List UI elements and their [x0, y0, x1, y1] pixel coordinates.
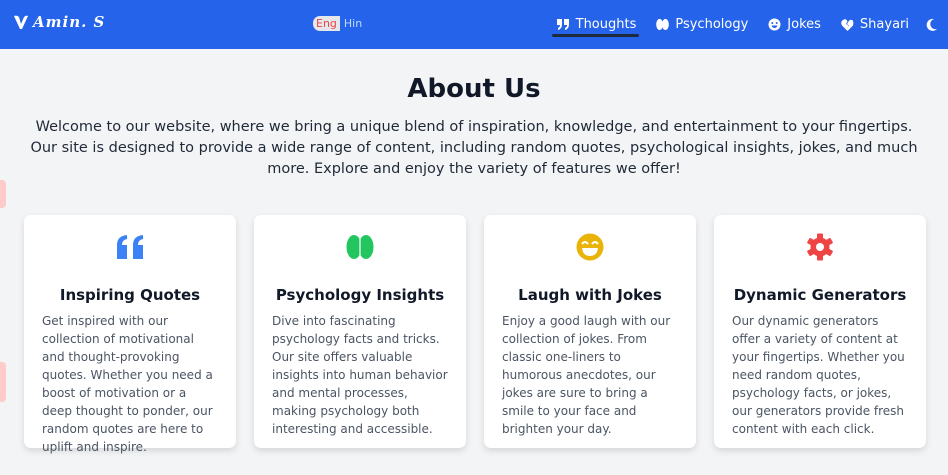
card-laugh-with-jokes: Laugh with Jokes Enjoy a good laugh with… [484, 215, 696, 448]
main-nav: Thoughts Psychology Jokes Shayari [551, 0, 948, 49]
lang-eng[interactable]: Eng [313, 16, 340, 31]
logo-icon [14, 15, 28, 29]
card-inspiring-quotes: Inspiring Quotes Get inspired with our c… [24, 215, 236, 454]
page-title: About Us [407, 74, 541, 104]
heart-broken-icon [841, 18, 854, 31]
navbar: Amin. S Eng Hin Thoughts Psychology Joke… [0, 0, 948, 49]
smile-icon [768, 18, 781, 31]
brain-icon [656, 18, 670, 31]
nav-label: Thoughts [575, 17, 637, 32]
logo[interactable]: Amin. S [13, 13, 105, 31]
nav-jokes[interactable]: Jokes [768, 0, 821, 49]
nav-label: Jokes [787, 17, 821, 32]
card-text: Dive into fascinating psychology facts a… [272, 314, 448, 436]
intro-text: Welcome to our website, where we bring a… [30, 119, 918, 177]
laugh-icon [576, 233, 604, 261]
gear-icon [807, 233, 833, 261]
card-title: Psychology Insights [275, 286, 445, 304]
decorative-shape [0, 362, 6, 402]
theme-toggle[interactable] [925, 0, 938, 49]
quote-icon [556, 19, 569, 30]
nav-label: Psychology [675, 17, 749, 32]
quote-icon [117, 235, 143, 259]
card-dynamic-generators: Dynamic Generators Our dynamic generator… [714, 215, 926, 448]
logo-text: Amin. S [33, 13, 106, 31]
decorative-shape [0, 180, 6, 208]
feature-cards: Inspiring Quotes Get inspired with our c… [24, 215, 926, 454]
card-title: Inspiring Quotes [59, 286, 201, 304]
card-psychology-insights: Psychology Insights Dive into fascinatin… [254, 215, 466, 448]
card-title: Dynamic Generators [733, 286, 907, 304]
moon-icon [926, 18, 937, 31]
nav-shayari[interactable]: Shayari [841, 0, 909, 49]
card-text: Our dynamic generators offer a variety o… [732, 314, 905, 436]
brain-icon [346, 235, 374, 259]
nav-label: Shayari [859, 17, 909, 32]
card-text: Get inspired with our collection of moti… [42, 314, 213, 454]
card-text: Enjoy a good laugh with our collection o… [502, 314, 671, 436]
lang-hin[interactable]: Hin [340, 16, 366, 31]
card-title: Laugh with Jokes [518, 286, 662, 304]
language-toggle[interactable]: Eng Hin [313, 16, 366, 31]
nav-thoughts[interactable]: Thoughts [551, 0, 640, 49]
nav-psychology[interactable]: Psychology [656, 0, 748, 49]
